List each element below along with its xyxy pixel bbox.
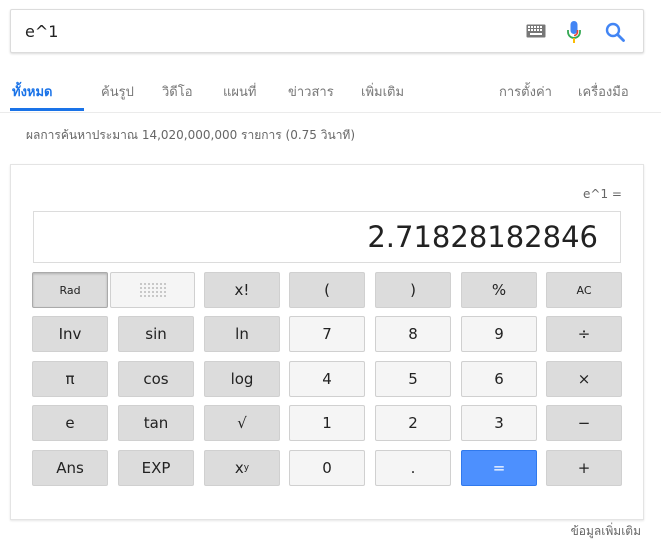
divide-button[interactable]: ÷ [546,316,622,352]
active-tab-indicator [10,108,84,111]
cos-button[interactable]: cos [118,361,194,397]
tab-news[interactable]: ข่าวสาร [288,81,334,102]
percent-button[interactable]: % [461,272,537,308]
left-paren-button[interactable]: ( [289,272,365,308]
tab-tools[interactable]: เครื่องมือ [578,81,629,102]
digit-9-button[interactable]: 9 [461,316,537,352]
more-info-link[interactable]: ข้อมูลเพิ่มเติม [571,522,641,541]
tab-more[interactable]: เพิ่มเติม [361,81,404,102]
digit-5-button[interactable]: 5 [375,361,451,397]
tab-settings[interactable]: การตั้งค่า [499,81,552,102]
deg-toggle-dots [138,282,167,298]
digit-7-button[interactable]: 7 [289,316,365,352]
multiply-button[interactable]: × [546,361,622,397]
calculator-card: e^1 = 2.71828182846 Rad x! ( ) % AC Inv … [10,164,644,520]
tab-all[interactable]: ทั้งหมด [12,81,53,102]
pi-button[interactable]: π [32,361,108,397]
calculator-expression: e^1 = [583,187,622,201]
calculator-result: 2.71828182846 [367,220,598,254]
tan-button[interactable]: tan [118,405,194,441]
calculator-display: 2.71828182846 [33,211,621,263]
digit-8-button[interactable]: 8 [375,316,451,352]
sqrt-button[interactable]: √ [204,405,280,441]
power-button[interactable]: xy [204,450,280,486]
tab-videos[interactable]: วิดีโอ [162,81,193,102]
keyboard-icon[interactable] [526,24,546,38]
all-clear-button[interactable]: AC [546,272,622,308]
results-stats: ผลการค้นหาประมาณ 14,020,000,000 รายการ (… [26,128,356,142]
rad-button[interactable]: Rad [32,272,108,308]
search-icon[interactable] [604,21,626,43]
search-bar [10,9,644,53]
tab-images[interactable]: ค้นรูป [101,81,134,102]
digit-3-button[interactable]: 3 [461,405,537,441]
plus-button[interactable]: + [546,450,622,486]
tab-maps[interactable]: แผนที่ [223,81,256,102]
digit-2-button[interactable]: 2 [375,405,451,441]
digit-0-button[interactable]: 0 [289,450,365,486]
ans-button[interactable]: Ans [32,450,108,486]
decimal-point-button[interactable]: . [375,450,451,486]
search-input[interactable] [25,20,505,42]
log-button[interactable]: log [204,361,280,397]
digit-1-button[interactable]: 1 [289,405,365,441]
e-button[interactable]: e [32,405,108,441]
microphone-icon[interactable] [566,21,582,43]
exp-button[interactable]: EXP [118,450,194,486]
sin-button[interactable]: sin [118,316,194,352]
digit-4-button[interactable]: 4 [289,361,365,397]
equals-button[interactable]: = [461,450,537,486]
ln-button[interactable]: ln [204,316,280,352]
minus-button[interactable]: − [546,405,622,441]
digit-6-button[interactable]: 6 [461,361,537,397]
search-tabs: ทั้งหมด ค้นรูป วิดีโอ แผนที่ ข่าวสาร เพิ… [0,72,661,113]
deg-button[interactable] [110,272,195,308]
inv-button[interactable]: Inv [32,316,108,352]
power-superscript: y [243,463,250,473]
factorial-button[interactable]: x! [204,272,280,308]
right-paren-button[interactable]: ) [375,272,451,308]
